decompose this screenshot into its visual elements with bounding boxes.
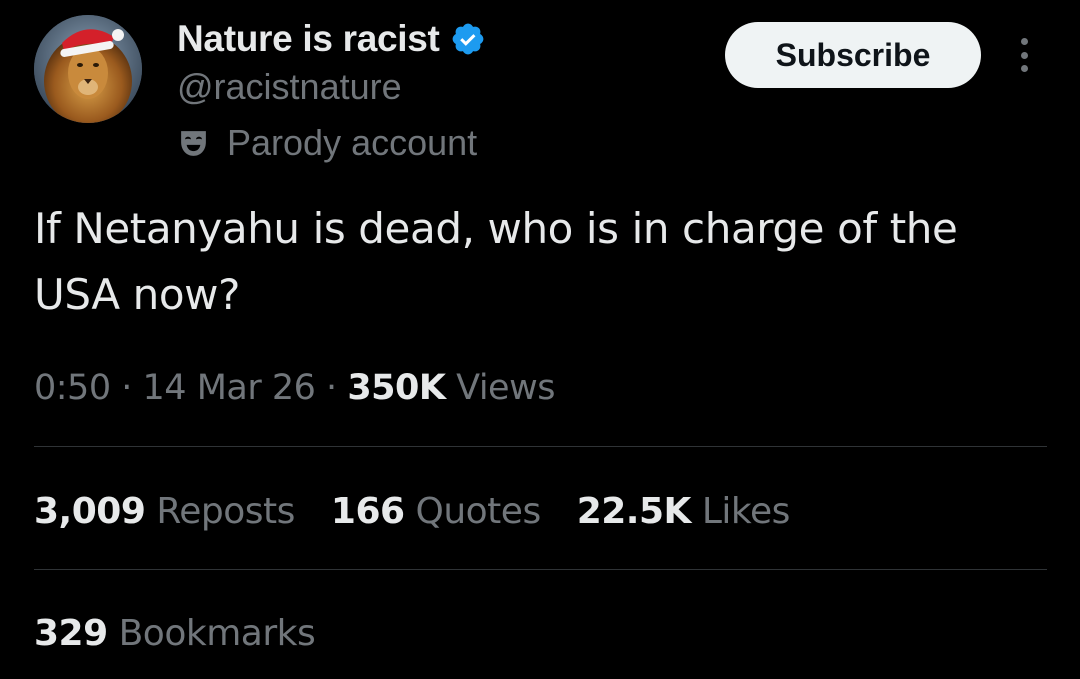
tweet-text-line: USA now? bbox=[34, 270, 241, 319]
tweet-text: If Netanyahu is dead, who is in charge o… bbox=[34, 196, 1064, 328]
more-dot bbox=[1020, 51, 1028, 59]
author-handle[interactable]: @racistnature bbox=[177, 66, 402, 108]
likes-stat[interactable]: 22.5K Likes bbox=[576, 486, 791, 538]
quotes-label: Quotes bbox=[415, 491, 542, 532]
tweet-date[interactable]: 14 Mar 26 bbox=[143, 368, 316, 408]
more-vertical-icon[interactable] bbox=[1008, 32, 1040, 78]
more-dot bbox=[1020, 38, 1028, 45]
likes-count: 22.5K bbox=[576, 491, 692, 532]
theater-mask-icon bbox=[177, 127, 210, 160]
engagement-stats: 3,009 Reposts 166 Quotes 22.5K Likes bbox=[34, 486, 826, 538]
verified-badge-icon[interactable] bbox=[450, 21, 486, 57]
divider bbox=[34, 569, 1047, 570]
more-dot bbox=[1020, 65, 1028, 72]
reposts-label: Reposts bbox=[156, 491, 295, 532]
views-label: Views bbox=[456, 368, 555, 408]
likes-label: Likes bbox=[701, 491, 791, 532]
reposts-stat[interactable]: 3,009 Reposts bbox=[34, 486, 295, 538]
views-count: 350K bbox=[347, 368, 446, 408]
lion-avatar-icon bbox=[34, 15, 142, 123]
bookmarks-stat[interactable]: 329 Bookmarks bbox=[34, 608, 316, 660]
tweet-time[interactable]: 0:50 bbox=[34, 368, 111, 408]
meta-separator: · bbox=[326, 368, 337, 408]
author-display-name[interactable]: Nature is racist bbox=[177, 18, 440, 60]
subscribe-button[interactable]: Subscribe bbox=[725, 22, 981, 88]
meta-separator: · bbox=[121, 368, 132, 408]
parody-account-label: Parody account bbox=[227, 122, 478, 163]
author-name-row[interactable]: Nature is racist bbox=[177, 14, 486, 64]
quotes-stat[interactable]: 166 Quotes bbox=[331, 486, 541, 538]
parody-label-row: Parody account bbox=[177, 120, 477, 166]
tweet-text-line: If Netanyahu is dead, who is in charge o… bbox=[34, 204, 958, 253]
quotes-count: 166 bbox=[330, 491, 405, 532]
tweet-meta: 0:50 · 14 Mar 26 · 350K Views bbox=[34, 362, 555, 414]
divider bbox=[34, 446, 1047, 447]
bookmarks-label: Bookmarks bbox=[118, 613, 316, 654]
reposts-count: 3,009 bbox=[34, 491, 146, 532]
avatar[interactable] bbox=[34, 15, 142, 123]
bookmarks-count: 329 bbox=[34, 613, 108, 654]
